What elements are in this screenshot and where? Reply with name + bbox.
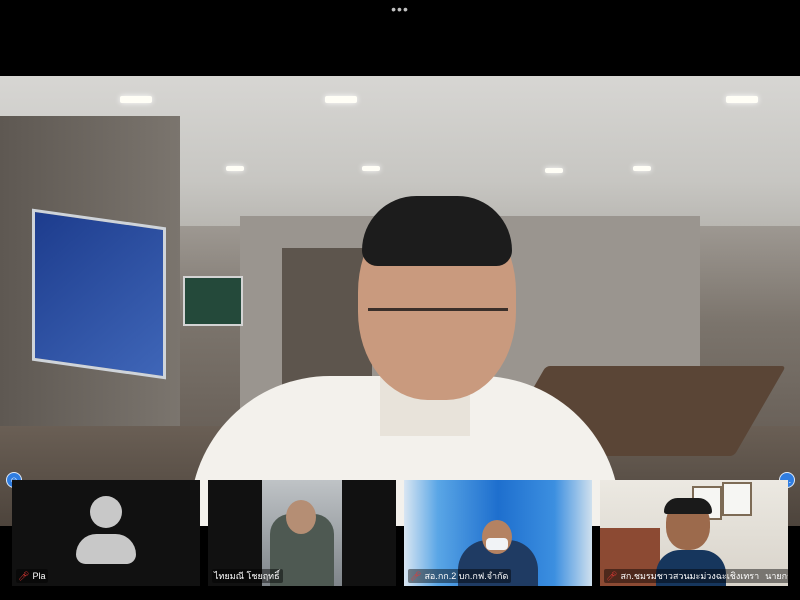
ceiling-light xyxy=(226,166,244,171)
wall-display xyxy=(32,208,166,380)
speaker-hair xyxy=(362,196,512,266)
participant-name-label: ไทยมณี โชยฤทธิ์ xyxy=(212,569,283,583)
muted-mic-icon: 🎤︎ xyxy=(410,571,422,581)
ceiling-light xyxy=(120,96,152,103)
participant-tile[interactable]: 🎤︎สก.ชมรมชาวสวนมะม่วงฉะเชิงเทรานายกระจำ.… xyxy=(600,480,788,586)
ceiling-light xyxy=(362,166,380,171)
ceiling-light xyxy=(545,168,563,173)
main-speaker-video[interactable] xyxy=(0,76,800,526)
speaker-glasses xyxy=(368,308,508,341)
participant-tile[interactable]: 🎤︎ สอ.กก.2 บก.กฟ.จำกัด xyxy=(404,480,592,586)
wall-display-small xyxy=(183,276,243,326)
participant-name-label: 🎤︎ สอ.กก.2 บก.กฟ.จำกัด xyxy=(408,569,512,583)
participant-tile[interactable]: 🎤︎ Pla xyxy=(12,480,200,586)
participant-name-label: 🎤︎สก.ชมรมชาวสวนมะม่วงฉะเชิงเทรานายกระจำ.… xyxy=(604,569,788,583)
ceiling-light xyxy=(633,166,651,171)
muted-mic-icon: 🎤︎ xyxy=(606,571,618,581)
ceiling-light xyxy=(726,96,758,103)
muted-mic-icon: 🎤︎ xyxy=(18,571,30,581)
participant-tile[interactable]: ไทยมณี โชยฤทธิ์ xyxy=(208,480,396,586)
ceiling-light xyxy=(325,96,357,103)
participant-name-label: 🎤︎ Pla xyxy=(16,569,49,583)
more-options-icon[interactable]: ••• xyxy=(0,0,800,20)
avatar-placeholder-icon xyxy=(76,496,136,568)
